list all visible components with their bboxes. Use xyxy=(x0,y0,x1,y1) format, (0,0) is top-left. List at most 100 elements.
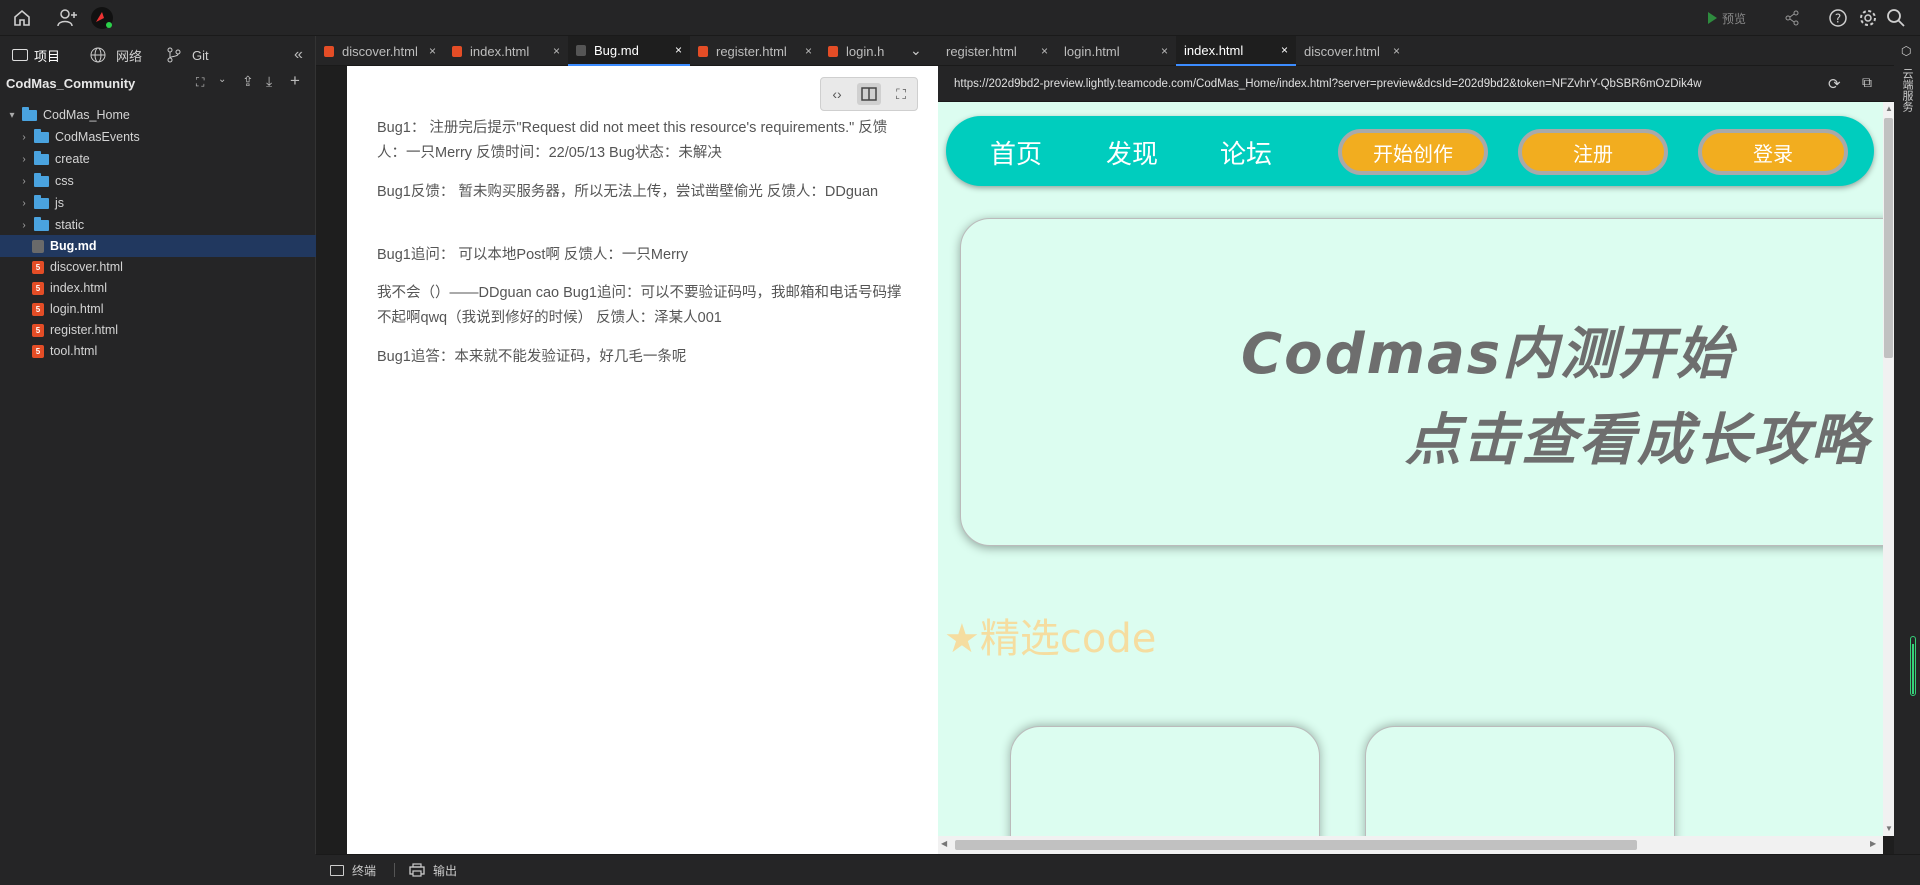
tree-item[interactable]: 5 tool.html xyxy=(0,340,316,362)
tree-item[interactable]: › CodMasEvents xyxy=(0,126,316,148)
tab-discover-html[interactable]: discover.html × xyxy=(316,36,444,66)
avatar[interactable] xyxy=(90,6,114,30)
sidebar-footer xyxy=(0,854,316,885)
markdown-paragraph: Bug1追答：本来就不能发验证码，好几毛一条呢 xyxy=(377,349,687,365)
close-icon[interactable]: × xyxy=(675,43,682,57)
add-user-icon[interactable] xyxy=(56,6,80,30)
cube-icon[interactable]: ⬡ xyxy=(1901,44,1911,58)
site-nav-bar: 首页 发现 论坛 开始创作 注册 登录 xyxy=(946,116,1874,186)
code-card[interactable] xyxy=(1010,726,1320,836)
featured-heading: ★精选code xyxy=(944,616,1157,662)
terminal-button[interactable]: 终端 xyxy=(330,862,376,879)
printer-icon xyxy=(409,863,425,877)
markdown-paragraph: 我不会（）——DDguan cao Bug1追问：可以不要验证码吗，我邮箱和电话… xyxy=(377,285,902,326)
preview-tab-index-html[interactable]: index.html × xyxy=(1176,36,1296,66)
terminal-icon xyxy=(330,864,344,876)
tree-root-folder[interactable]: ▾ CodMas_Home xyxy=(0,104,316,126)
refresh-icon[interactable]: ⟳ xyxy=(1828,75,1841,93)
chevron-down-icon[interactable]: ⌄ xyxy=(218,74,226,85)
nav-link-discover[interactable]: 发现 xyxy=(1106,134,1158,171)
close-icon[interactable]: × xyxy=(1161,44,1168,58)
open-external-icon[interactable]: ⧉ xyxy=(1862,74,1872,91)
fullscreen-icon[interactable]: ⛶ xyxy=(889,83,913,105)
tree-item[interactable]: 5 login.html xyxy=(0,298,316,320)
gear-icon[interactable] xyxy=(1856,6,1880,30)
tab-login-html[interactable]: login.h xyxy=(820,36,908,66)
tab-git[interactable]: Git xyxy=(166,42,209,68)
tree-item[interactable]: 5 register.html xyxy=(0,319,316,341)
collapse-sidebar-icon[interactable]: « xyxy=(294,46,303,64)
start-creating-button[interactable]: 开始创作 xyxy=(1338,129,1488,175)
login-button[interactable]: 登录 xyxy=(1698,129,1848,175)
folder-icon xyxy=(12,49,28,61)
markdown-file-icon xyxy=(32,239,44,253)
preview-tab-login-html[interactable]: login.html × xyxy=(1056,36,1176,66)
add-file-icon[interactable]: + xyxy=(290,71,300,91)
tree-item[interactable]: › static xyxy=(0,214,316,236)
tree-item[interactable]: › js xyxy=(0,192,316,214)
download-icon[interactable]: ⤓ xyxy=(266,73,272,90)
scroll-down-icon[interactable]: ▼ xyxy=(1885,824,1893,833)
tree-label: create xyxy=(55,152,90,166)
chevron-right-icon: › xyxy=(22,153,26,165)
home-icon[interactable] xyxy=(10,6,34,30)
expand-icon[interactable]: ⛶ xyxy=(196,75,204,90)
cloud-service-label[interactable]: 云端服务 xyxy=(1900,68,1914,112)
tab-project[interactable]: 项目 xyxy=(12,42,60,68)
close-icon[interactable]: × xyxy=(1281,43,1288,57)
folder-icon xyxy=(22,106,37,121)
code-view-icon[interactable]: ‹› xyxy=(825,83,849,105)
tree-item[interactable]: 5 index.html xyxy=(0,277,316,299)
share-icon[interactable] xyxy=(1780,6,1804,30)
tree-label: tool.html xyxy=(50,344,98,358)
nav-link-home[interactable]: 首页 xyxy=(990,134,1042,171)
html-file-icon: 5 xyxy=(32,260,44,274)
register-button[interactable]: 注册 xyxy=(1518,129,1668,175)
folder-icon xyxy=(34,194,49,209)
hero-banner[interactable]: Codmas内测开始 点击查看成长攻略 xyxy=(960,218,1883,546)
upload-icon[interactable]: ⇪ xyxy=(242,73,254,90)
horizontal-scrollbar[interactable]: ◀ ▶ xyxy=(938,836,1883,854)
html-file-icon xyxy=(452,45,462,57)
vertical-scrollbar[interactable]: ▲ ▼ xyxy=(1883,102,1894,836)
editor-gutter xyxy=(316,66,347,854)
preview-url[interactable]: https://202d9bd2-preview.lightly.teamcod… xyxy=(954,78,1702,90)
tab-bug-md[interactable]: Bug.md × xyxy=(568,36,690,66)
output-button[interactable]: 输出 xyxy=(409,862,457,879)
output-label: 输出 xyxy=(433,863,458,878)
tree-item[interactable]: › create xyxy=(0,148,316,170)
tree-item[interactable]: 5 discover.html xyxy=(0,256,316,278)
help-icon[interactable]: ? xyxy=(1826,6,1850,30)
code-card[interactable] xyxy=(1365,726,1675,836)
close-icon[interactable]: × xyxy=(553,44,560,58)
close-icon[interactable]: × xyxy=(805,44,812,58)
preview-button[interactable]: 预览 xyxy=(1708,6,1746,30)
preview-tab-register-html[interactable]: register.html × xyxy=(938,36,1056,66)
scrollbar-thumb[interactable] xyxy=(955,840,1637,850)
scroll-left-icon[interactable]: ◀ xyxy=(941,839,947,848)
project-selector[interactable]: CodMas_Community ⛶ ⌄ ⇪ ⤓ + xyxy=(0,68,316,98)
markdown-paragraph: Bug1追问： 可以本地Post啊 反馈人：一只Merry xyxy=(377,247,688,263)
tree-item-bug-md[interactable]: Bug.md xyxy=(0,235,316,257)
close-icon[interactable]: × xyxy=(1041,44,1048,58)
tab-label: register.html xyxy=(946,43,1017,59)
tabs-overflow-chevron-icon[interactable]: ⌄ xyxy=(910,42,922,59)
tree-label: js xyxy=(55,196,65,210)
scroll-right-icon[interactable]: ▶ xyxy=(1870,839,1876,848)
markdown-file-icon xyxy=(576,44,586,56)
preview-tab-discover-html[interactable]: discover.html × xyxy=(1296,36,1408,66)
search-icon[interactable] xyxy=(1884,6,1908,30)
split-view-icon[interactable] xyxy=(857,83,881,105)
scrollbar-thumb[interactable] xyxy=(1884,118,1893,358)
play-icon xyxy=(1708,12,1717,24)
tree-label: login.html xyxy=(50,302,104,316)
scroll-up-icon[interactable]: ▲ xyxy=(1885,104,1893,113)
nav-link-forum[interactable]: 论坛 xyxy=(1220,134,1272,171)
close-icon[interactable]: × xyxy=(429,44,436,58)
tab-register-html[interactable]: register.html × xyxy=(690,36,820,66)
tab-index-html[interactable]: index.html × xyxy=(444,36,568,66)
tree-item[interactable]: › css xyxy=(0,170,316,192)
tab-network[interactable]: 网络 xyxy=(90,42,142,68)
tab-label: register.html xyxy=(716,43,787,59)
close-icon[interactable]: × xyxy=(1393,44,1400,58)
